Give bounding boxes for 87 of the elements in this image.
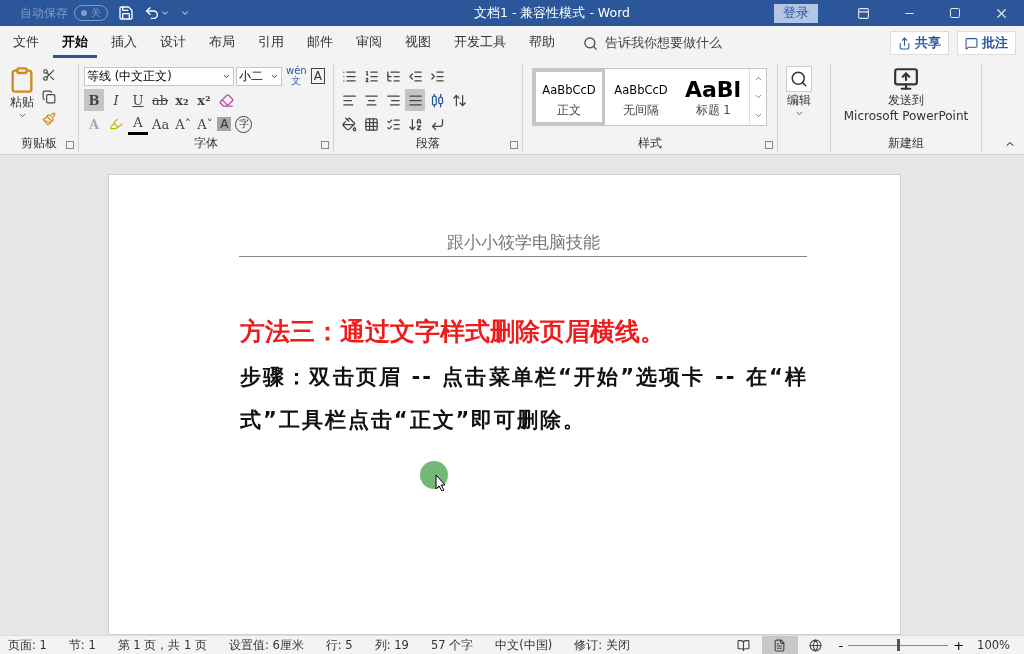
copy-icon[interactable] (42, 90, 56, 104)
line-spacing-icon[interactable] (451, 92, 467, 108)
login-button[interactable]: 登录 (774, 3, 818, 23)
window-title: 文档1 - 兼容性模式 - Word (473, 4, 631, 22)
font-color-button[interactable]: A (128, 113, 148, 135)
tell-me-field[interactable]: 告诉我你想要做什么 (605, 34, 722, 52)
font-format-button[interactable]: U (128, 89, 148, 111)
paint-bucket-icon[interactable] (341, 116, 357, 132)
group-label: 字体 (193, 136, 219, 152)
zoom-level: 100% (977, 638, 1010, 652)
group-label: 段落 (415, 136, 441, 152)
status-item: 行: 5 (325, 637, 353, 653)
ribbon-tab[interactable]: 审阅 (347, 28, 391, 58)
caret-icon[interactable] (17, 111, 27, 120)
group-label: 剪贴板 (20, 136, 58, 152)
document-heading: 方法三：通过文字样式删除页眉横线。 (240, 316, 666, 348)
borders-icon[interactable] (363, 116, 379, 132)
font-format-button[interactable]: ab (150, 89, 171, 111)
font-format-button[interactable]: B (84, 89, 104, 111)
body-paragraph: 步骤：双击页眉 -- 点击菜单栏“开始”选项卡 -- 在“样式”工具栏点击“正文”即可删除。 (240, 364, 808, 434)
status-item: 修订: 关闭 (574, 637, 630, 653)
search-icon[interactable] (583, 35, 598, 51)
ribbon-tab[interactable]: 开始 (53, 28, 97, 58)
ribbon-tab[interactable]: 布局 (200, 28, 244, 58)
search-icon[interactable] (790, 70, 808, 88)
ribbon-tab[interactable]: 设计 (151, 28, 195, 58)
group-label: 新建组 (887, 136, 925, 152)
share-button[interactable]: 共享 (890, 31, 949, 55)
ribbon-tab[interactable]: 文件 (4, 28, 48, 58)
cut-icon[interactable] (42, 68, 56, 82)
status-item: 设置值: 6厘米 (229, 637, 304, 653)
zoom-in-button[interactable]: + (948, 637, 970, 653)
page-icon[interactable] (773, 638, 786, 652)
autosave-label: 自动保存 (20, 4, 68, 22)
maximize-icon[interactable] (949, 7, 961, 19)
bullets-icon[interactable] (341, 68, 357, 84)
comment-icon[interactable] (965, 36, 978, 50)
shrink-font-button[interactable]: Aˇ (195, 113, 216, 135)
status-item: 中文(中国) (495, 637, 553, 653)
status-item: 页面: 1 (8, 637, 47, 653)
font-format-button[interactable]: x₂ (172, 89, 193, 111)
undo-icon[interactable] (144, 5, 160, 21)
send-to-powerpoint-button[interactable]: 发送到 Microsoft PowerPoint (840, 64, 972, 136)
increase-indent-icon[interactable] (429, 68, 445, 84)
decrease-indent-icon[interactable] (407, 68, 423, 84)
monitor-icon[interactable] (893, 66, 919, 92)
status-item: 第 1 页，共 1 页 (117, 637, 207, 653)
comments-button[interactable]: 批注 (957, 31, 1016, 55)
numbering-icon[interactable] (363, 68, 379, 84)
clear-formatting-icon[interactable] (218, 92, 234, 108)
status-item: 列: 19 (374, 637, 409, 653)
font-name-field[interactable]: 等线 (中文正文) (84, 66, 234, 86)
ribbon-tab[interactable]: 引用 (249, 28, 293, 58)
font-format-button[interactable]: I (106, 89, 126, 111)
character-border-button[interactable]: A (310, 68, 325, 84)
paste-button[interactable]: 粘贴 (5, 64, 39, 136)
book-icon[interactable] (737, 638, 750, 652)
ribbon-display-icon[interactable] (856, 6, 870, 20)
ribbon-tab[interactable]: 视图 (396, 28, 440, 58)
caret-icon[interactable] (794, 109, 804, 118)
save-icon[interactable] (118, 5, 134, 21)
ribbon-tab[interactable]: 插入 (102, 28, 146, 58)
editing-button[interactable]: 编辑 (783, 64, 815, 152)
ribbon-tab[interactable]: 帮助 (520, 28, 564, 58)
grow-font-button[interactable]: Aˆ (173, 113, 194, 135)
phonetic-guide-button[interactable]: wén 文 (284, 66, 309, 86)
zoom-thumb[interactable] (897, 639, 901, 651)
mouse-cursor-icon (420, 461, 450, 491)
ribbon-tab[interactable]: 邮件 (298, 28, 342, 58)
font-format-button[interactable]: x² (194, 89, 215, 111)
status-item: 57 个字 (430, 637, 474, 653)
return-arrow-icon[interactable] (429, 116, 445, 132)
group-label: 样式 (637, 136, 663, 152)
view-mode-button[interactable] (761, 636, 798, 654)
header-text: 跟小小筱学电脑技能 (239, 231, 807, 257)
share-icon[interactable] (898, 36, 911, 50)
sort-icon[interactable] (407, 116, 423, 132)
font-size-field[interactable]: 小二 (236, 66, 282, 86)
globe-icon[interactable] (809, 638, 822, 652)
multilevel-list-icon[interactable] (385, 68, 401, 84)
checklist-icon[interactable] (385, 116, 401, 132)
zoom-out-button[interactable]: - (833, 637, 849, 653)
character-shading-button[interactable]: A (217, 117, 232, 131)
change-case-button[interactable]: Aa (150, 113, 172, 135)
status-item: 节: 1 (68, 637, 96, 653)
ribbon-tab[interactable]: 开发工具 (445, 28, 515, 58)
style-item[interactable]: AaBbCcD 正文 (533, 69, 605, 125)
